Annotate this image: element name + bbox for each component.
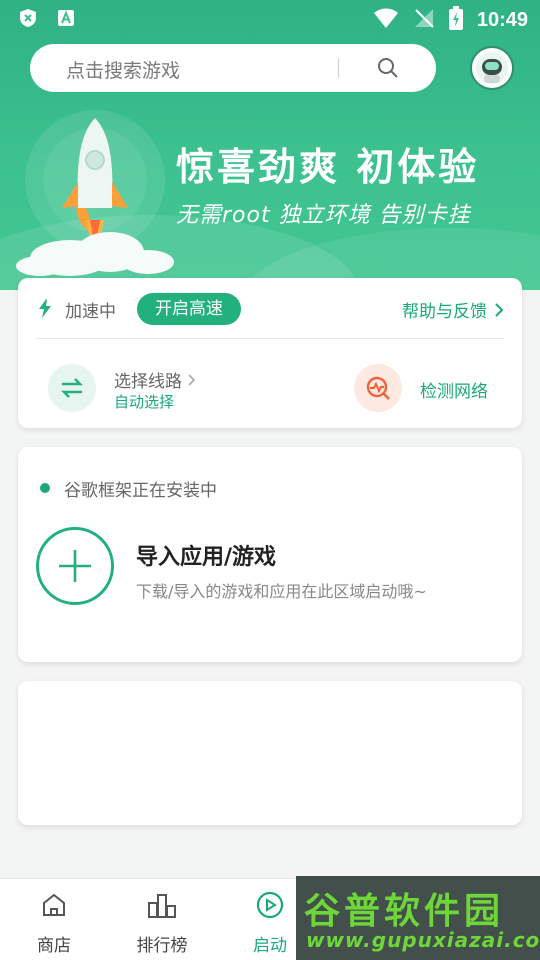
empty-card [18, 681, 522, 825]
avatar[interactable] [470, 46, 514, 90]
wifi-icon [373, 7, 399, 33]
watermark-title: 谷普软件园 [304, 891, 505, 932]
import-description: 下载/导入的游戏和应用在此区域启动哦~ [136, 582, 427, 601]
install-status: 谷歌框架正在安装中 [64, 481, 217, 501]
speed-card: 加速中 开启高速 帮助与反馈 选择线路 自动选择 检测网络 [18, 278, 522, 428]
import-title: 导入应用/游戏 [136, 545, 277, 570]
home-icon [14, 887, 94, 923]
speed-status: 加速中 [65, 302, 116, 322]
launch-card: 谷歌框架正在安装中 导入应用/游戏 下载/导入的游戏和应用在此区域启动哦~ [18, 447, 522, 662]
tab-store-label: 商店 [37, 936, 71, 956]
tab-ranking[interactable]: 排行榜 [122, 887, 202, 957]
chevron-right-icon [495, 302, 504, 317]
no-signal-icon [413, 7, 435, 33]
astronaut-icon [476, 52, 508, 84]
search-divider [338, 58, 339, 78]
banner-title: 惊喜劲爽 初体验 [176, 145, 480, 189]
ranking-icon [122, 887, 202, 923]
select-route-button[interactable]: 选择线路 [114, 367, 196, 392]
search-icon[interactable] [376, 56, 400, 84]
help-feedback-label: 帮助与反馈 [402, 302, 487, 322]
tab-store[interactable]: 商店 [14, 887, 94, 957]
font-a-icon [56, 8, 76, 28]
route-mode: 自动选择 [114, 393, 175, 411]
clock-time: 10:49 [476, 8, 528, 31]
status-bar: 10:49 [0, 0, 540, 36]
status-dot [40, 483, 50, 493]
select-route-label: 选择线路 [114, 372, 182, 392]
banner-subtitle: 无需root 独立环境 告别卡挂 [176, 203, 471, 228]
search-input[interactable]: 点击搜索游戏 [66, 56, 180, 83]
header-banner: 10:49 点击搜索游戏 惊喜劲爽 初体验 无需root 独立环境 告别卡挂 [0, 0, 540, 290]
help-feedback-link[interactable]: 帮助与反馈 [402, 297, 504, 322]
tab-ranking-label: 排行榜 [136, 936, 188, 956]
rocket-illustration [16, 110, 174, 276]
search-bar[interactable]: 点击搜索游戏 [30, 44, 436, 92]
divider [36, 338, 504, 339]
shield-x-icon [18, 8, 38, 28]
chevron-right-icon [188, 373, 196, 386]
check-network-button[interactable]: 检测网络 [420, 377, 488, 402]
site-watermark: 谷普软件园 www.gupuxiazai.com [296, 876, 540, 960]
watermark-url: www.gupuxiazai.com [306, 928, 540, 952]
route-switch-icon[interactable] [48, 364, 96, 412]
start-high-speed-button[interactable]: 开启高速 [137, 293, 241, 325]
add-app-button[interactable] [36, 527, 114, 605]
network-check-icon[interactable] [354, 364, 402, 412]
battery-icon [448, 6, 463, 34]
plus-icon [59, 550, 91, 582]
lightning-icon [38, 298, 52, 322]
